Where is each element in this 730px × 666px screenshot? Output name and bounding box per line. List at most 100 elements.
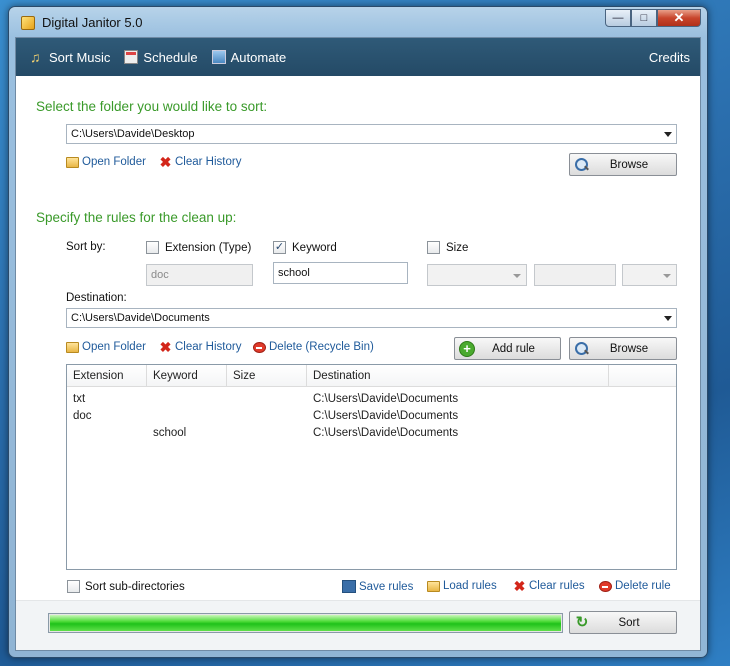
table-header: Extension Keyword Size Destination bbox=[67, 365, 676, 387]
source-folder-combo[interactable]: C:\Users\Davide\Desktop bbox=[66, 124, 677, 144]
search-icon bbox=[574, 157, 590, 173]
clear-rules-label: Clear rules bbox=[529, 580, 585, 592]
minimize-button[interactable]: — bbox=[605, 9, 631, 27]
client-area: ♫ Sort Music Schedule Automate Credits S… bbox=[15, 37, 701, 651]
source-browse-button[interactable]: Browse bbox=[569, 153, 677, 176]
save-rules-label: Save rules bbox=[359, 580, 414, 593]
progress-bar bbox=[48, 613, 563, 633]
search-icon bbox=[574, 341, 590, 357]
extension-label: Extension (Type) bbox=[165, 242, 252, 254]
maximize-icon: □ bbox=[640, 12, 648, 24]
cell-size bbox=[227, 408, 307, 425]
cell-destination: C:\Users\Davide\Documents bbox=[313, 410, 459, 422]
nav-automate-label: Automate bbox=[230, 49, 287, 65]
col-destination[interactable]: Destination bbox=[307, 365, 609, 386]
source-clear-history-label: Clear History bbox=[175, 156, 242, 168]
keyword-input[interactable]: school bbox=[273, 262, 408, 284]
cell-size bbox=[227, 425, 307, 442]
minimize-icon: — bbox=[612, 12, 624, 24]
source-section-title: Select the folder you would like to sort… bbox=[36, 99, 268, 114]
source-open-folder-link[interactable]: Open Folder bbox=[66, 156, 146, 168]
clear-x-icon: ✖ bbox=[513, 577, 526, 594]
load-rules-link[interactable]: Load rules bbox=[427, 580, 497, 592]
delete-recycle-link[interactable]: Delete (Recycle Bin) bbox=[253, 341, 374, 353]
source-folder-value: C:\Users\Davide\Desktop bbox=[71, 128, 195, 140]
nav-credits[interactable]: Credits bbox=[649, 50, 690, 65]
dest-clear-history-link[interactable]: ✖ Clear History bbox=[159, 338, 242, 355]
folder-open-icon bbox=[427, 580, 440, 592]
top-nav: ♫ Sort Music Schedule Automate Credits bbox=[16, 38, 700, 76]
cell-keyword: school bbox=[153, 427, 187, 439]
cell-extension: txt bbox=[73, 393, 86, 405]
cell-keyword bbox=[147, 408, 227, 425]
clear-rules-link[interactable]: ✖ Clear rules bbox=[513, 577, 585, 594]
sort-subdirs-checkbox[interactable] bbox=[67, 580, 80, 593]
size-unit-dropdown[interactable] bbox=[622, 264, 677, 286]
progress-fill bbox=[50, 615, 561, 631]
nav-sort-music[interactable]: ♫ Sort Music bbox=[30, 50, 110, 65]
folder-icon bbox=[66, 341, 79, 353]
delete-recycle-label: Delete (Recycle Bin) bbox=[269, 341, 374, 353]
cell-destination: C:\Users\Davide\Documents bbox=[313, 427, 459, 439]
size-checkbox[interactable] bbox=[427, 241, 440, 254]
title-bar[interactable]: Digital Janitor 5.0 — □ ✕ bbox=[9, 7, 707, 37]
add-rule-label: Add rule bbox=[492, 342, 535, 355]
maximize-button[interactable]: □ bbox=[631, 9, 657, 27]
dest-browse-button[interactable]: Browse bbox=[569, 337, 677, 360]
cell-extension: doc bbox=[73, 410, 92, 422]
calendar-icon bbox=[124, 50, 139, 64]
nav-schedule[interactable]: Schedule bbox=[124, 50, 198, 65]
music-note-icon: ♫ bbox=[30, 49, 41, 65]
size-operator-dropdown[interactable] bbox=[427, 264, 527, 286]
destination-label: Destination: bbox=[66, 292, 127, 304]
dest-browse-label: Browse bbox=[609, 342, 649, 355]
cell-extension bbox=[67, 425, 147, 442]
dest-clear-history-label: Clear History bbox=[175, 341, 242, 353]
chevron-down-icon bbox=[663, 274, 671, 278]
size-label: Size bbox=[446, 242, 469, 254]
table-row[interactable]: school C:\Users\Davide\Documents bbox=[67, 425, 676, 442]
dest-open-folder-label: Open Folder bbox=[82, 341, 146, 353]
close-button[interactable]: ✕ bbox=[657, 9, 701, 27]
size-value-input[interactable] bbox=[534, 264, 616, 286]
table-row[interactable]: txt C:\Users\Davide\Documents bbox=[67, 391, 676, 408]
delete-icon bbox=[599, 580, 612, 592]
col-keyword[interactable]: Keyword bbox=[147, 365, 227, 386]
extension-input[interactable]: doc bbox=[146, 264, 253, 286]
add-rule-button[interactable]: + Add rule bbox=[454, 337, 561, 360]
app-window: Digital Janitor 5.0 — □ ✕ ♫ Sort Music S… bbox=[8, 6, 708, 658]
col-size[interactable]: Size bbox=[227, 365, 307, 386]
clear-x-icon: ✖ bbox=[159, 153, 172, 170]
delete-rule-link[interactable]: Delete rule bbox=[599, 580, 671, 592]
table-row[interactable]: doc C:\Users\Davide\Documents bbox=[67, 408, 676, 425]
chevron-down-icon bbox=[664, 316, 672, 321]
destination-combo[interactable]: C:\Users\Davide\Documents bbox=[66, 308, 677, 328]
source-open-folder-label: Open Folder bbox=[82, 156, 146, 168]
app-icon bbox=[21, 16, 35, 30]
sort-subdirs-label: Sort sub-directories bbox=[85, 581, 185, 593]
folder-icon bbox=[66, 156, 79, 168]
col-extension[interactable]: Extension bbox=[67, 365, 147, 386]
keyword-checkbox[interactable]: ✓ bbox=[273, 241, 286, 254]
destination-value: C:\Users\Davide\Documents bbox=[71, 312, 210, 324]
window-controls: — □ ✕ bbox=[605, 9, 701, 27]
refresh-icon: ↻ bbox=[575, 613, 589, 631]
save-rules-link[interactable]: Save rules bbox=[342, 580, 413, 593]
nav-credits-label: Credits bbox=[648, 49, 690, 65]
nav-sort-music-label: Sort Music bbox=[49, 49, 111, 65]
cell-keyword bbox=[147, 391, 227, 408]
chevron-down-icon bbox=[513, 274, 521, 278]
bottom-bar: ↻ Sort bbox=[16, 600, 700, 650]
col-filler bbox=[609, 365, 676, 386]
sort-button[interactable]: ↻ Sort bbox=[569, 611, 677, 634]
automate-icon bbox=[211, 50, 226, 64]
sort-button-label: Sort bbox=[618, 616, 640, 629]
extension-checkbox[interactable] bbox=[146, 241, 159, 254]
clear-x-icon: ✖ bbox=[159, 338, 172, 355]
rules-table[interactable]: Extension Keyword Size Destination txt C… bbox=[66, 364, 677, 570]
close-icon: ✕ bbox=[673, 10, 685, 25]
dest-open-folder-link[interactable]: Open Folder bbox=[66, 341, 146, 353]
sort-by-label: Sort by: bbox=[66, 241, 106, 253]
nav-automate[interactable]: Automate bbox=[211, 49, 287, 65]
source-clear-history-link[interactable]: ✖ Clear History bbox=[159, 153, 242, 170]
